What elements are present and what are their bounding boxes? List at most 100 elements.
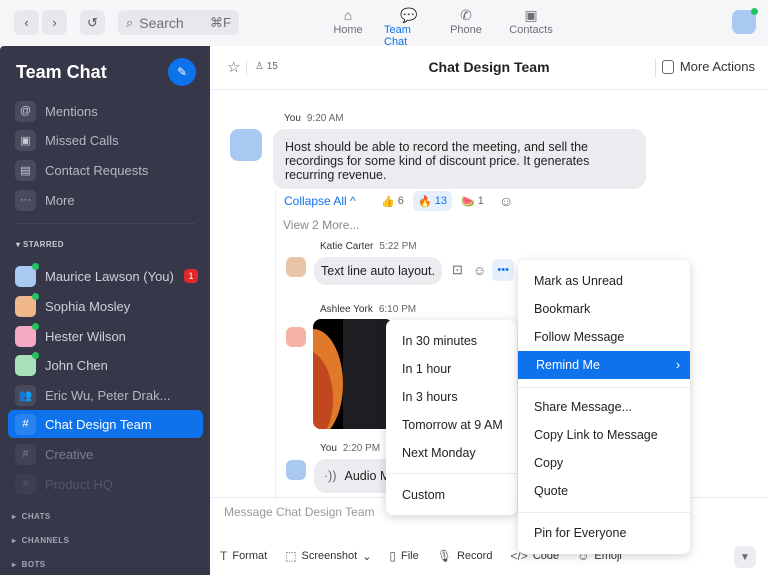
remind-next-monday[interactable]: Next Monday — [386, 439, 517, 467]
reaction-fire[interactable]: 🔥 13 — [413, 191, 453, 211]
group-icon: 👥 — [15, 384, 36, 406]
avatar[interactable] — [286, 460, 306, 480]
phone-icon: ✆ — [460, 7, 472, 23]
channel-hash-icon: # — [15, 473, 36, 495]
audio-icon: ·)) — [324, 469, 337, 483]
main-tabs: ⌂ Home 💬 Team Chat ✆ Phone ▣ Contacts — [330, 6, 552, 48]
search-input[interactable]: ⌕ Search ⌘F — [118, 10, 239, 35]
remind-submenu: In 30 minutes In 1 hour In 3 hours Tomor… — [386, 320, 517, 515]
channel-hash-icon: # — [15, 413, 36, 435]
sidebar-item-hester-wilson[interactable]: Hester Wilson — [15, 322, 205, 347]
back-button[interactable]: ‹ — [14, 10, 39, 35]
avatar — [15, 262, 39, 287]
more-actions-button[interactable]: More Actions — [661, 59, 755, 74]
sidebar-item-missed-calls[interactable]: ▣ Missed Calls — [15, 129, 205, 151]
online-status-dot — [751, 8, 758, 15]
menu-follow-message[interactable]: Follow Message — [518, 323, 690, 351]
tab-contacts[interactable]: ▣ Contacts — [509, 6, 552, 48]
remind-30-minutes[interactable]: In 30 minutes — [386, 327, 517, 355]
sidebar-item-creative[interactable]: # Creative — [15, 443, 205, 465]
sidebar-item-maurice-lawson[interactable]: Maurice Lawson (You) 1 — [15, 262, 205, 287]
forward-button[interactable]: › — [42, 10, 67, 35]
sidebar-item-chat-design-team[interactable]: # Chat Design Team — [15, 413, 205, 435]
sidebar-item-mentions[interactable]: @ Mentions — [15, 100, 205, 122]
sidebar-divider — [15, 223, 195, 224]
screenshot-button[interactable]: ⬚ Screenshot ⌄ — [285, 549, 371, 563]
profile-avatar[interactable] — [732, 8, 758, 34]
tab-team-chat[interactable]: 💬 Team Chat — [384, 6, 434, 48]
search-shortcut: ⌘F — [210, 14, 231, 30]
menu-divider — [518, 387, 690, 388]
contacts-icon: ▣ — [524, 7, 538, 23]
sidebar-item-sophia-mosley[interactable]: Sophia Mosley — [15, 292, 205, 317]
chevron-left-icon: ‹ — [24, 15, 29, 30]
starred-section-toggle[interactable]: ▾ STARRED — [16, 240, 64, 249]
menu-share-message[interactable]: Share Message... — [518, 393, 690, 421]
tab-phone[interactable]: ✆ Phone — [450, 6, 482, 48]
section-channels[interactable]: ▸ CHANNELS — [12, 536, 69, 545]
thread-line — [275, 190, 276, 500]
list-icon — [661, 59, 674, 74]
add-reaction-icon[interactable]: ☺ — [473, 263, 486, 278]
screenshot-icon: ⬚ — [285, 549, 297, 563]
unread-badge: 1 — [184, 269, 198, 283]
more-options-button[interactable]: ••• — [492, 259, 515, 281]
section-chats[interactable]: ▸ CHATS — [12, 512, 51, 521]
menu-quote[interactable]: Quote — [518, 477, 690, 505]
remind-1-hour[interactable]: In 1 hour — [386, 355, 517, 383]
menu-bookmark[interactable]: Bookmark — [518, 295, 690, 323]
sidebar: Team Chat ✎ @ Mentions ▣ Missed Calls ▤ … — [0, 46, 210, 575]
format-button[interactable]: T Format — [220, 549, 267, 563]
sidebar-item-group-chat[interactable]: 👥 Eric Wu, Peter Drak... — [15, 384, 205, 406]
sidebar-item-contact-requests[interactable]: ▤ Contact Requests — [15, 159, 205, 181]
remind-custom[interactable]: Custom — [386, 481, 517, 509]
menu-mark-unread[interactable]: Mark as Unread — [518, 267, 690, 295]
file-icon: ▯ — [389, 549, 397, 563]
avatar[interactable] — [286, 327, 306, 347]
top-bar: ‹ › ↺ ⌕ Search ⌘F ⌂ Home 💬 Team Chat ✆ P… — [0, 0, 768, 48]
chevron-right-icon: › — [675, 358, 680, 372]
microphone-icon: 🎙 — [436, 549, 452, 563]
search-icon: ⌕ — [126, 14, 134, 30]
missed-call-icon: ▣ — [15, 129, 36, 151]
compose-button[interactable]: ✎ — [168, 58, 196, 86]
menu-remind-me[interactable]: Remind Me › — [518, 351, 690, 379]
image-attachment[interactable] — [313, 319, 393, 429]
reaction-thumbs-up[interactable]: 👍 6 — [376, 191, 409, 211]
add-reaction-icon[interactable]: ☺ — [494, 191, 518, 211]
message-input[interactable]: Message Chat Design Team — [224, 505, 375, 519]
reply-icon[interactable]: ⊡ — [452, 262, 463, 278]
menu-copy-link[interactable]: Copy Link to Message — [518, 421, 690, 449]
avatar[interactable] — [286, 257, 306, 277]
menu-copy[interactable]: Copy — [518, 449, 690, 477]
ellipsis-icon: ••• — [497, 264, 509, 276]
message-bubble: Host should be able to record the meetin… — [273, 129, 646, 189]
sidebar-item-product-hq[interactable]: # Product HQ — [15, 473, 205, 495]
chat-icon: 💬 — [400, 7, 418, 23]
file-button[interactable]: ▯ File — [389, 549, 418, 563]
avatar — [15, 322, 39, 347]
view-more-link[interactable]: View 2 More... — [283, 218, 359, 232]
avatar — [15, 351, 39, 376]
tab-home[interactable]: ⌂ Home — [330, 6, 366, 48]
online-status-dot — [32, 351, 39, 359]
message-meta: You 2:20 PM — [320, 443, 381, 454]
message-context-menu: Mark as Unread Bookmark Follow Message R… — [518, 260, 690, 554]
avatar[interactable] — [230, 129, 262, 161]
message-hover-actions: ⊡ ☺ ••• — [452, 259, 515, 281]
remind-tomorrow[interactable]: Tomorrow at 9 AM — [386, 411, 517, 439]
sidebar-item-more[interactable]: ··· More — [15, 189, 205, 211]
channel-hash-icon: # — [15, 443, 36, 465]
history-button[interactable]: ↺ — [80, 10, 105, 35]
reaction-watermelon[interactable]: 🍉 1 — [456, 191, 489, 211]
menu-pin-everyone[interactable]: Pin for Everyone — [518, 519, 690, 547]
sidebar-item-john-chen[interactable]: John Chen — [15, 351, 205, 376]
menu-divider — [386, 473, 517, 474]
collapse-all-link[interactable]: Collapse All ^ — [284, 194, 356, 208]
send-button[interactable]: ▼ — [734, 546, 756, 568]
remind-3-hours[interactable]: In 3 hours — [386, 383, 517, 411]
online-status-dot — [32, 292, 39, 300]
record-button[interactable]: 🎙 Record — [437, 549, 493, 563]
sidebar-title: Team Chat — [16, 62, 107, 82]
section-bots[interactable]: ▸ BOTS — [12, 560, 46, 569]
